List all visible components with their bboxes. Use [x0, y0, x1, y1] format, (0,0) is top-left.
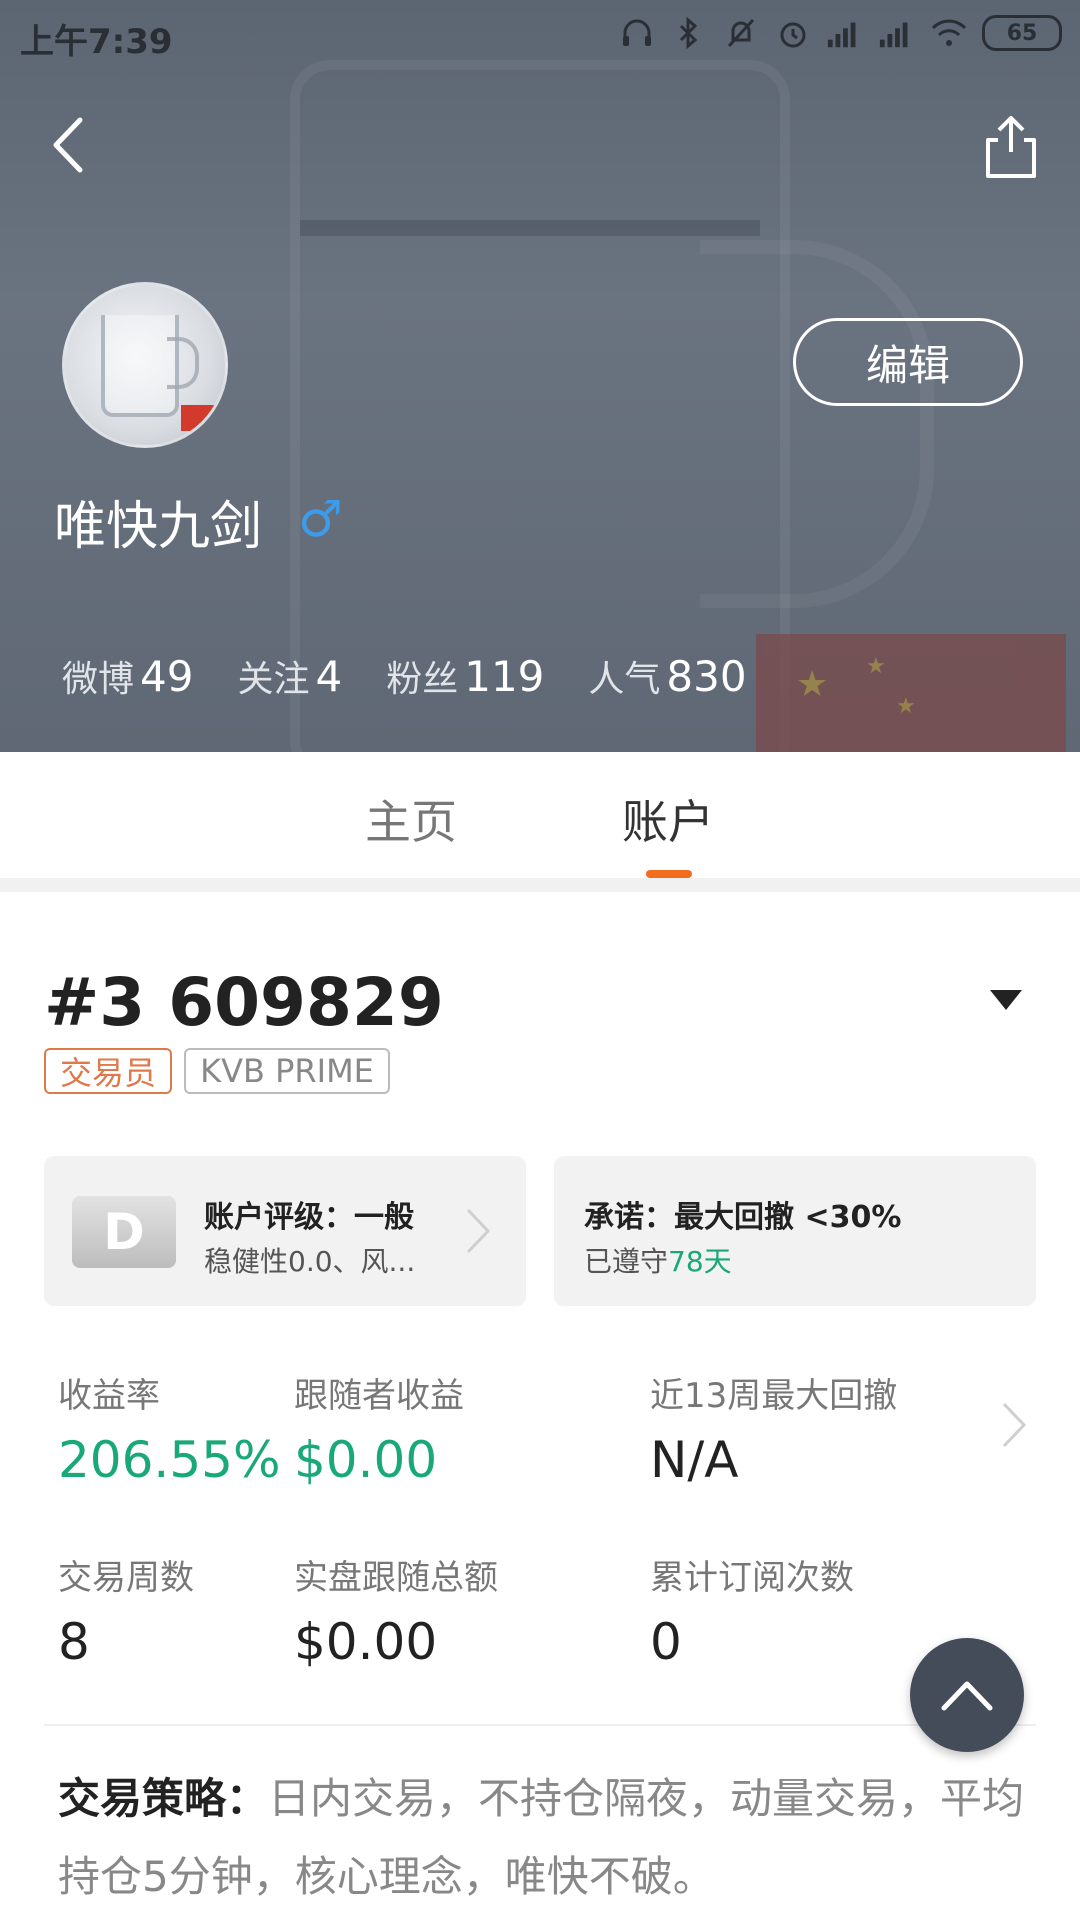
avatar[interactable]: [62, 282, 228, 448]
metric-value: N/A: [650, 1431, 739, 1489]
divider: [44, 1724, 1036, 1726]
signal-icon: [826, 14, 864, 52]
profile-stats: 微博 49 关注 4 粉丝 119 人气 830: [62, 650, 747, 702]
mute-bell-icon: [722, 14, 760, 52]
headphones-icon: [618, 14, 656, 52]
chevron-right-icon[interactable]: [1000, 1400, 1028, 1450]
promise-title: 承诺：最大回撤 <30%: [584, 1200, 902, 1235]
promise-sub-prefix: 已遵守: [584, 1245, 669, 1278]
battery-indicator: 65: [982, 15, 1062, 51]
profile-header: ★ ★ ★ 上午7:39 65 编辑 唯快九剑 ♂ 微博 49 关注 4 粉丝 …: [0, 0, 1080, 752]
share-button[interactable]: [980, 112, 1042, 182]
edit-profile-button[interactable]: 编辑: [793, 318, 1023, 406]
status-bar: 上午7:39 65: [0, 0, 1080, 70]
trader-tag: 交易员: [44, 1048, 172, 1094]
stat-value: 830: [666, 652, 747, 701]
section-divider: [0, 878, 1080, 892]
stat-followers[interactable]: 粉丝 119: [386, 650, 544, 702]
status-icons: 65: [618, 14, 1062, 52]
metric-return-rate: 收益率 206.55%: [58, 1368, 280, 1489]
stat-value: 119: [464, 652, 545, 701]
scroll-top-icon: [941, 1681, 993, 1711]
back-button[interactable]: [38, 110, 108, 180]
background-decoration: [300, 220, 760, 236]
tab-account[interactable]: 账户: [622, 786, 714, 852]
rating-title: 账户评级：一般: [204, 1200, 414, 1235]
account-rating-card[interactable]: D 账户评级：一般 稳健性0.0、风...: [44, 1156, 526, 1306]
chevron-right-icon: [466, 1208, 491, 1254]
avatar-cup-handle: [167, 337, 199, 389]
rating-grade-badge: D: [72, 1196, 176, 1268]
avatar-badge: [181, 405, 217, 431]
status-time: 上午7:39: [20, 22, 173, 62]
account-title: #3 609829: [44, 964, 444, 1041]
promise-card[interactable]: 承诺：最大回撤 <30% 已遵守78天: [554, 1156, 1036, 1306]
scroll-to-top-button[interactable]: [910, 1638, 1024, 1752]
username: 唯快九剑: [54, 497, 263, 557]
tab-active-indicator: [646, 870, 692, 878]
metric-value: 0: [650, 1613, 682, 1671]
back-arrow-icon: [53, 117, 83, 173]
stat-value: 4: [315, 652, 343, 701]
account-dropdown-button[interactable]: [988, 988, 1024, 1012]
strategy-label: 交易策略：: [58, 1774, 269, 1823]
dropdown-triangle-icon: [990, 990, 1022, 1010]
stat-label: 粉丝: [386, 659, 459, 700]
background-flag: ★ ★ ★: [756, 634, 1066, 752]
metric-subscriptions: 累计订阅次数 0: [650, 1550, 854, 1671]
metric-label: 跟随者收益: [294, 1376, 464, 1416]
metric-max-drawdown[interactable]: 近13周最大回撤 N/A: [650, 1368, 897, 1489]
metric-value: $0.00: [294, 1431, 438, 1489]
tab-bar: 主页 账户: [0, 752, 1080, 878]
rating-subtitle: 稳健性0.0、风...: [204, 1245, 416, 1278]
signal-hd-icon: [878, 14, 916, 52]
metric-trading-weeks: 交易周数 8: [58, 1550, 194, 1671]
gender-male-icon: ♂: [298, 490, 343, 548]
stat-weibo[interactable]: 微博 49: [62, 650, 193, 702]
metric-value: 206.55%: [58, 1431, 281, 1489]
stat-label: 关注: [237, 659, 310, 700]
stat-value: 49: [140, 652, 194, 701]
bluetooth-icon: [670, 14, 708, 52]
metric-label: 近13周最大回撤: [650, 1376, 898, 1416]
alarm-icon: [774, 14, 812, 52]
metric-label: 实盘跟随总额: [294, 1558, 498, 1598]
metric-follow-total: 实盘跟随总额 $0.00: [294, 1550, 498, 1671]
share-icon: [986, 116, 1036, 178]
metric-value: 8: [58, 1613, 90, 1671]
broker-tag: KVB PRIME: [184, 1048, 390, 1094]
stat-popularity: 人气 830: [588, 650, 746, 702]
metric-label: 收益率: [58, 1376, 160, 1416]
tab-home[interactable]: 主页: [365, 786, 457, 852]
wifi-icon: [930, 14, 968, 52]
background-decoration: [700, 240, 934, 608]
metric-follower-return: 跟随者收益 $0.00: [294, 1368, 464, 1489]
stat-following[interactable]: 关注 4: [237, 650, 342, 702]
metric-label: 累计订阅次数: [650, 1558, 854, 1598]
stat-label: 人气: [588, 659, 661, 700]
promise-subtitle: 已遵守78天: [584, 1240, 732, 1280]
promise-days: 78天: [668, 1245, 732, 1278]
stat-label: 微博: [62, 659, 135, 700]
metric-label: 交易周数: [58, 1558, 194, 1598]
trading-strategy: 交易策略：日内交易，不持仓隔夜，动量交易，平均持仓5分钟，核心理念，唯快不破。: [58, 1760, 1038, 1916]
metric-value: $0.00: [294, 1613, 438, 1671]
